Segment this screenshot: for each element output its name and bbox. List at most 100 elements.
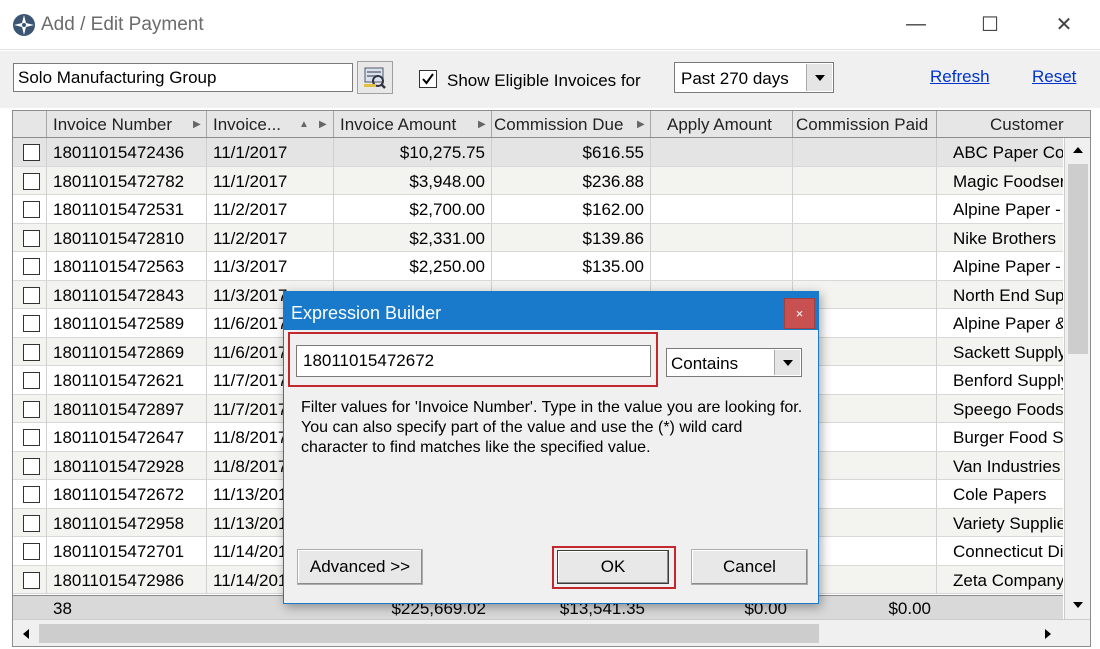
header-commission-paid[interactable]: Commission Paid [793,111,937,137]
header-invoice-amount[interactable]: Invoice Amount ▶ [334,111,492,137]
row-checkbox[interactable] [23,400,40,418]
cell-commission-due: $236.88 [492,166,651,195]
header-invoice-number[interactable]: Invoice Number ▶ [47,111,207,137]
cell-invoice-number: 18011015472958 [47,508,207,537]
match-operator-value: Contains [671,354,739,373]
cell-customer: Nike Brothers [953,228,1056,248]
row-checkbox[interactable] [23,372,40,389]
reset-link[interactable]: Reset [1032,67,1076,87]
vertical-scroll-thumb[interactable] [1068,164,1088,354]
customer-input[interactable] [13,63,353,92]
header-apply-amount[interactable]: Apply Amount [651,111,793,137]
minimize-button[interactable]: — [880,0,952,48]
header-customer[interactable]: Customer [937,111,1090,137]
cell-customer: Cole Papers [953,485,1047,504]
match-dropdown-button[interactable] [774,350,800,375]
horizontal-scrollbar[interactable] [13,619,1090,646]
vertical-scrollbar[interactable] [1064,138,1090,619]
arrow-down-icon [1073,602,1083,608]
cell-select [13,537,47,565]
row-checkbox[interactable] [23,457,40,475]
column-menu-icon: ▶ [319,119,327,130]
cell-customer: North End Supply [953,285,1063,305]
header-commission-due[interactable]: Commission Due ▶ [492,111,651,137]
summary-count: 38 [53,599,72,618]
maximize-button[interactable]: ☐ [954,0,1026,48]
cell-invoice-number: 18011015472436 [47,138,207,166]
chevron-down-icon [814,74,825,81]
table-row[interactable]: 18011015472782 11/1/2017 $3,948.00 $236.88 M… [13,166,1063,195]
cell-customer: Alpine Paper - N [953,257,1063,276]
cell-commission-paid [793,195,937,223]
cell-commission-due: $616.55 [492,138,651,166]
cell-invoice-number: 18011015472563 [47,252,207,280]
row-checkbox[interactable] [23,486,40,503]
refresh-link[interactable]: Refresh [930,67,990,87]
row-checkbox[interactable] [23,229,40,247]
cell-invoice-number: 18011015472986 [47,565,207,594]
cell-select [13,508,47,537]
cancel-button[interactable]: Cancel [691,549,808,585]
cell-customer: Variety Supplies [953,513,1063,533]
cell-customer: Alpine Paper & P [953,314,1063,333]
row-checkbox[interactable] [23,543,40,560]
window-titlebar: Add / Edit Payment — ☐ ✕ [0,0,1100,50]
cell-commission-due: $135.00 [492,252,651,280]
row-checkbox[interactable] [23,286,40,304]
cell-apply-amount [651,166,793,195]
ok-button[interactable]: OK [557,550,669,584]
header-select-column[interactable] [13,111,47,137]
checkmark-icon [422,73,434,85]
period-dropdown-button[interactable] [806,64,832,91]
cell-invoice-number: 18011015472701 [47,537,207,565]
cell-select [13,480,47,508]
row-checkbox[interactable] [23,201,40,218]
cell-select [13,280,47,309]
cell-select [13,252,47,280]
table-row[interactable]: 18011015472563 11/3/2017 $2,250.00 $135.00 A… [13,252,1063,281]
table-row[interactable]: 18011015472436 11/1/2017 $10,275.75 $616.55… [13,138,1063,167]
column-menu-icon: ▶ [193,119,201,130]
row-checkbox[interactable] [23,343,40,361]
period-select[interactable]: Past 270 days [674,62,834,93]
row-checkbox[interactable] [23,315,40,332]
scroll-left-button[interactable] [15,623,37,645]
customer-lookup-button[interactable] [357,61,393,94]
close-window-button[interactable]: ✕ [1028,0,1100,48]
cell-apply-amount [651,223,793,252]
sort-ascending-icon: ▲ [299,119,309,130]
filter-value-input[interactable] [296,345,651,377]
maximize-icon: ☐ [981,13,999,36]
period-select-value: Past 270 days [681,69,789,88]
show-eligible-label: Show Eligible Invoices for [447,71,641,90]
cell-customer: Van Industries [953,456,1061,476]
dialog-title: Expression Builder [291,303,442,323]
scroll-right-button[interactable] [1037,623,1059,645]
scroll-up-button[interactable] [1067,140,1089,160]
row-checkbox[interactable] [23,571,40,589]
cell-apply-amount [651,252,793,280]
dialog-close-button[interactable]: × [784,298,815,329]
cell-customer: Zeta Company [953,570,1063,590]
header-invoice-date[interactable]: Invoice... ▲ ▶ [207,111,334,137]
row-checkbox[interactable] [23,144,40,161]
arrow-right-icon [1045,629,1051,639]
advanced-button[interactable]: Advanced >> [297,549,423,585]
row-checkbox[interactable] [23,172,40,190]
grid-header: Invoice Number ▶ Invoice... ▲ ▶ Invoice … [13,111,1090,138]
scroll-down-button[interactable] [1067,595,1089,615]
close-icon: ✕ [1055,13,1073,36]
cell-invoice-number: 18011015472810 [47,223,207,252]
row-checkbox[interactable] [23,258,40,275]
cell-customer: Benford Supply [953,371,1063,390]
lookup-icon [364,67,386,89]
match-operator-select[interactable]: Contains [666,348,802,377]
table-row[interactable]: 18011015472810 11/2/2017 $2,331.00 $139.86 N… [13,223,1063,252]
cell-apply-amount [651,195,793,223]
row-checkbox[interactable] [23,514,40,532]
row-checkbox[interactable] [23,429,40,446]
horizontal-scroll-thumb[interactable] [39,624,819,643]
table-row[interactable]: 18011015472531 11/2/2017 $2,700.00 $162.00 A… [13,195,1063,224]
show-eligible-checkbox[interactable] [419,70,437,88]
cell-select [13,366,47,394]
